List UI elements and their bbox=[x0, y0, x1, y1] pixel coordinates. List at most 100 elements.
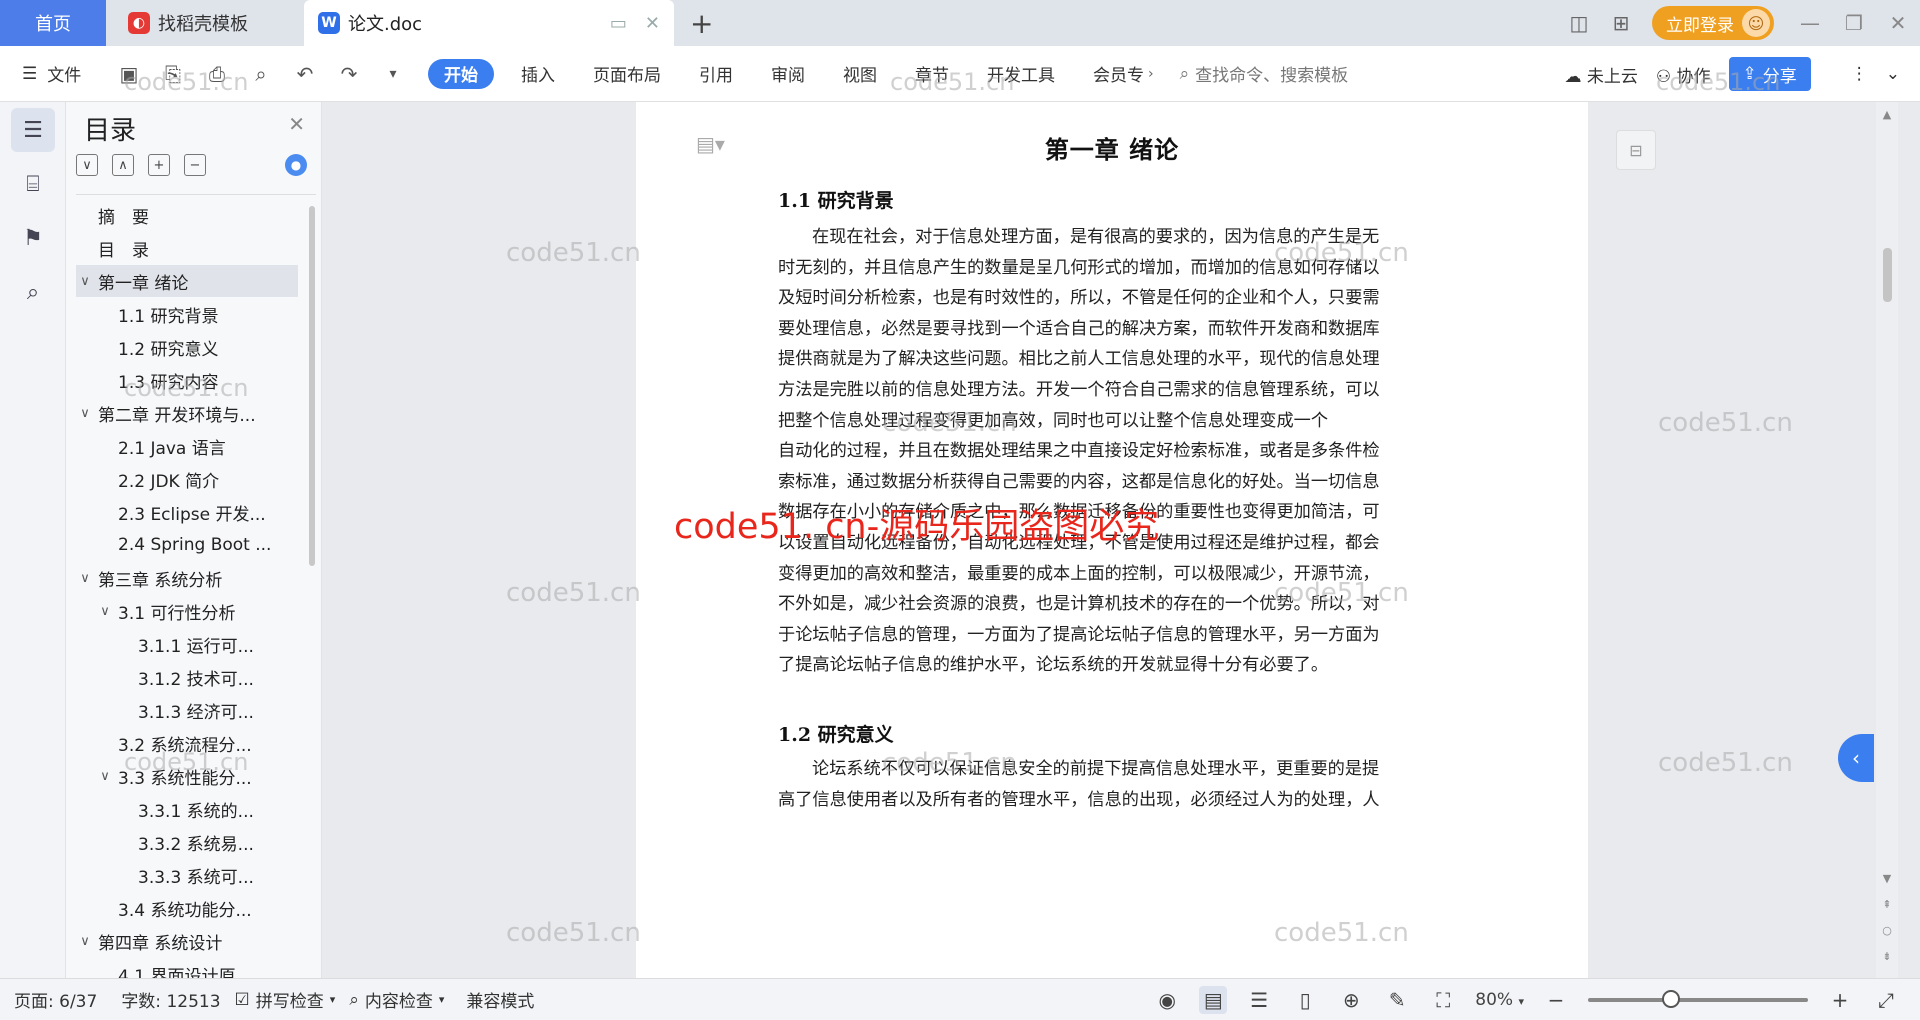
eye-icon[interactable]: ◉ bbox=[1153, 986, 1181, 1014]
zoom-out-icon[interactable]: − bbox=[1542, 986, 1570, 1014]
toc-item[interactable]: 2.4 Spring Boot ... bbox=[76, 529, 298, 561]
scrollbar-thumb[interactable] bbox=[1883, 248, 1892, 302]
ai-assistant-icon[interactable]: ● bbox=[285, 154, 307, 176]
toc-item[interactable]: 1.2 研究意义 bbox=[76, 331, 298, 363]
tab-view[interactable]: 视图 bbox=[824, 46, 896, 102]
toc-scrollbar[interactable] bbox=[309, 206, 315, 566]
new-tab-button[interactable]: + bbox=[690, 0, 713, 46]
add-heading-icon[interactable]: + bbox=[148, 154, 170, 176]
fullscreen-icon[interactable]: ⤢ bbox=[1872, 986, 1900, 1014]
toc-item[interactable]: 3.1.2 技术可... bbox=[76, 661, 298, 693]
toc-item[interactable]: ∨ 第二章 开发环境与... bbox=[76, 397, 298, 429]
chevron-down-icon[interactable]: ∨ bbox=[96, 604, 114, 619]
chevron-down-icon[interactable]: ∨ bbox=[76, 274, 94, 289]
toc-item[interactable]: 3.2 系统流程分... bbox=[76, 727, 298, 759]
toc-item[interactable]: ∨ 第一章 绪论 bbox=[76, 265, 298, 297]
tab-document[interactable]: W 论文.doc ▭ ✕ bbox=[304, 0, 674, 46]
find-icon[interactable]: ⌕ bbox=[11, 270, 55, 314]
remove-heading-icon[interactable]: − bbox=[184, 154, 206, 176]
toc-item[interactable]: 3.1.1 运行可... bbox=[76, 628, 298, 660]
nav-pane-icon[interactable]: ⌸ bbox=[11, 162, 55, 206]
restore-icon[interactable]: ❐ bbox=[1832, 0, 1876, 46]
close-window-icon[interactable]: ✕ bbox=[1876, 0, 1920, 46]
toc-item[interactable]: 3.3.3 系统可... bbox=[76, 859, 298, 891]
zoom-level[interactable]: 80% ▾ bbox=[1475, 990, 1524, 1010]
toc-item[interactable]: 3.3.1 系统的... bbox=[76, 793, 298, 825]
chevron-down-icon[interactable]: ∨ bbox=[76, 571, 94, 586]
toc-item[interactable]: 2.2 JDK 简介 bbox=[76, 463, 298, 495]
tab-developer[interactable]: 开发工具 bbox=[968, 46, 1074, 102]
toc-item[interactable]: 1.3 研究内容 bbox=[76, 364, 298, 396]
toc-icon[interactable]: ☰ bbox=[11, 108, 55, 152]
web-view-icon[interactable]: ⊕ bbox=[1337, 986, 1365, 1014]
command-search[interactable]: ⌕ 查找命令、搜索模板 bbox=[1180, 46, 1520, 102]
toc-item[interactable]: 1.1 研究背景 bbox=[76, 298, 298, 330]
next-page-icon[interactable]: ⇟ bbox=[1880, 950, 1894, 963]
tab-template[interactable]: ◐ 找稻壳模板 bbox=[112, 0, 300, 46]
zoom-in-icon[interactable]: + bbox=[1826, 986, 1854, 1014]
print-preview-icon[interactable]: ⌕ bbox=[246, 62, 276, 86]
print-icon[interactable]: ⎙ bbox=[202, 62, 232, 86]
close-icon[interactable]: ✕ bbox=[288, 112, 305, 136]
toc-item[interactable]: 目 录 bbox=[76, 232, 298, 264]
toc-item[interactable]: ∨ 第四章 系统设计 bbox=[76, 925, 298, 957]
fit-page-icon[interactable]: ⛶ bbox=[1429, 986, 1457, 1014]
monitor-icon[interactable]: ▭ bbox=[610, 13, 627, 34]
tab-references[interactable]: 引用 bbox=[680, 46, 752, 102]
document-page[interactable]: ▤▾ 第一章 绪论 1.1 研究背景 在现在社会，对于信息处理方面，是有很高的要… bbox=[636, 102, 1588, 978]
zoom-slider-knob[interactable] bbox=[1662, 990, 1680, 1008]
file-menu[interactable]: ☰ 文件 bbox=[0, 46, 100, 102]
chevron-down-icon[interactable]: ∨ bbox=[96, 769, 114, 784]
layout-icon[interactable]: ◫ bbox=[1558, 0, 1600, 46]
page-view-icon[interactable]: ▤ bbox=[1199, 986, 1228, 1014]
bookmark-icon[interactable]: ⚑ bbox=[11, 216, 55, 260]
expand-all-icon[interactable]: ∨ bbox=[76, 154, 98, 176]
more-options-icon[interactable]: ⋮ bbox=[1851, 64, 1868, 84]
toc-item[interactable]: ∨ 第三章 系统分析 bbox=[76, 562, 298, 594]
page-indicator[interactable]: 页面: 6/37 bbox=[0, 987, 97, 1012]
login-button[interactable]: 立即登录 ☺ bbox=[1652, 6, 1774, 40]
ribbon-more-icon[interactable]: › bbox=[1148, 46, 1154, 102]
toc-item[interactable]: 摘 要 bbox=[76, 199, 298, 231]
read-view-icon[interactable]: ▯ bbox=[1291, 986, 1319, 1014]
toc-item[interactable]: ∨ 3.3 系统性能分... bbox=[76, 760, 298, 792]
export-icon[interactable]: ⎘ bbox=[158, 62, 188, 86]
select-browse-icon[interactable]: ○ bbox=[1880, 924, 1894, 937]
apps-grid-icon[interactable]: ⊞ bbox=[1600, 0, 1642, 46]
tab-layout[interactable]: 页面布局 bbox=[574, 46, 680, 102]
scroll-down-icon[interactable]: ▼ bbox=[1880, 872, 1894, 885]
tab-start[interactable]: 开始 bbox=[428, 58, 494, 89]
toc-item[interactable]: 3.1.3 经济可... bbox=[76, 694, 298, 726]
chevron-down-icon[interactable]: ∨ bbox=[76, 406, 94, 421]
scroll-up-icon[interactable]: ▲ bbox=[1880, 108, 1894, 121]
tab-insert[interactable]: 插入 bbox=[502, 46, 574, 102]
redo-icon[interactable]: ↷ bbox=[334, 62, 364, 86]
spell-check[interactable]: ☑ 拼写检查 ▾ bbox=[221, 987, 336, 1013]
toc-item[interactable]: 2.3 Eclipse 开发... bbox=[76, 496, 298, 528]
toc-item[interactable]: 2.1 Java 语言 bbox=[76, 430, 298, 462]
toc-item[interactable]: 4.1 界面设计原... bbox=[76, 958, 298, 979]
minimize-icon[interactable]: — bbox=[1788, 0, 1832, 46]
cloud-status[interactable]: ☁ 未上云 bbox=[1564, 62, 1637, 87]
tab-chapter[interactable]: 章节 bbox=[896, 46, 968, 102]
close-tab-icon[interactable]: ✕ bbox=[645, 13, 660, 34]
undo-icon[interactable]: ↶ bbox=[290, 62, 320, 86]
word-count[interactable]: 字数: 12513 bbox=[97, 987, 220, 1012]
zoom-slider[interactable] bbox=[1588, 990, 1808, 1008]
toc-item[interactable]: 3.4 系统功能分... bbox=[76, 892, 298, 924]
collapse-all-icon[interactable]: ∧ bbox=[112, 154, 134, 176]
tab-member[interactable]: 会员专 bbox=[1074, 46, 1148, 102]
toc-item[interactable]: ∨ 3.1 可行性分析 bbox=[76, 595, 298, 627]
toc-item[interactable]: 3.3.2 系统易... bbox=[76, 826, 298, 858]
outline-view-icon[interactable]: ☰ bbox=[1245, 986, 1273, 1014]
vertical-scrollbar[interactable]: ▲ ▼ ⇞ ○ ⇟ bbox=[1876, 102, 1898, 978]
share-button[interactable]: ⇪ 分享 bbox=[1728, 57, 1811, 91]
chevron-down-icon[interactable]: ▾ bbox=[378, 66, 408, 82]
pen-icon[interactable]: ✎ bbox=[1383, 986, 1411, 1014]
collapse-ribbon-icon[interactable]: ⌄ bbox=[1886, 64, 1900, 84]
chevron-down-icon[interactable]: ∨ bbox=[76, 934, 94, 949]
expand-side-panel-icon[interactable]: ‹ bbox=[1838, 734, 1874, 782]
collab-button[interactable]: ⚇ 协作 bbox=[1656, 62, 1711, 87]
tab-review[interactable]: 审阅 bbox=[752, 46, 824, 102]
side-panel-toggle-icon[interactable]: ⊟ bbox=[1616, 130, 1656, 170]
